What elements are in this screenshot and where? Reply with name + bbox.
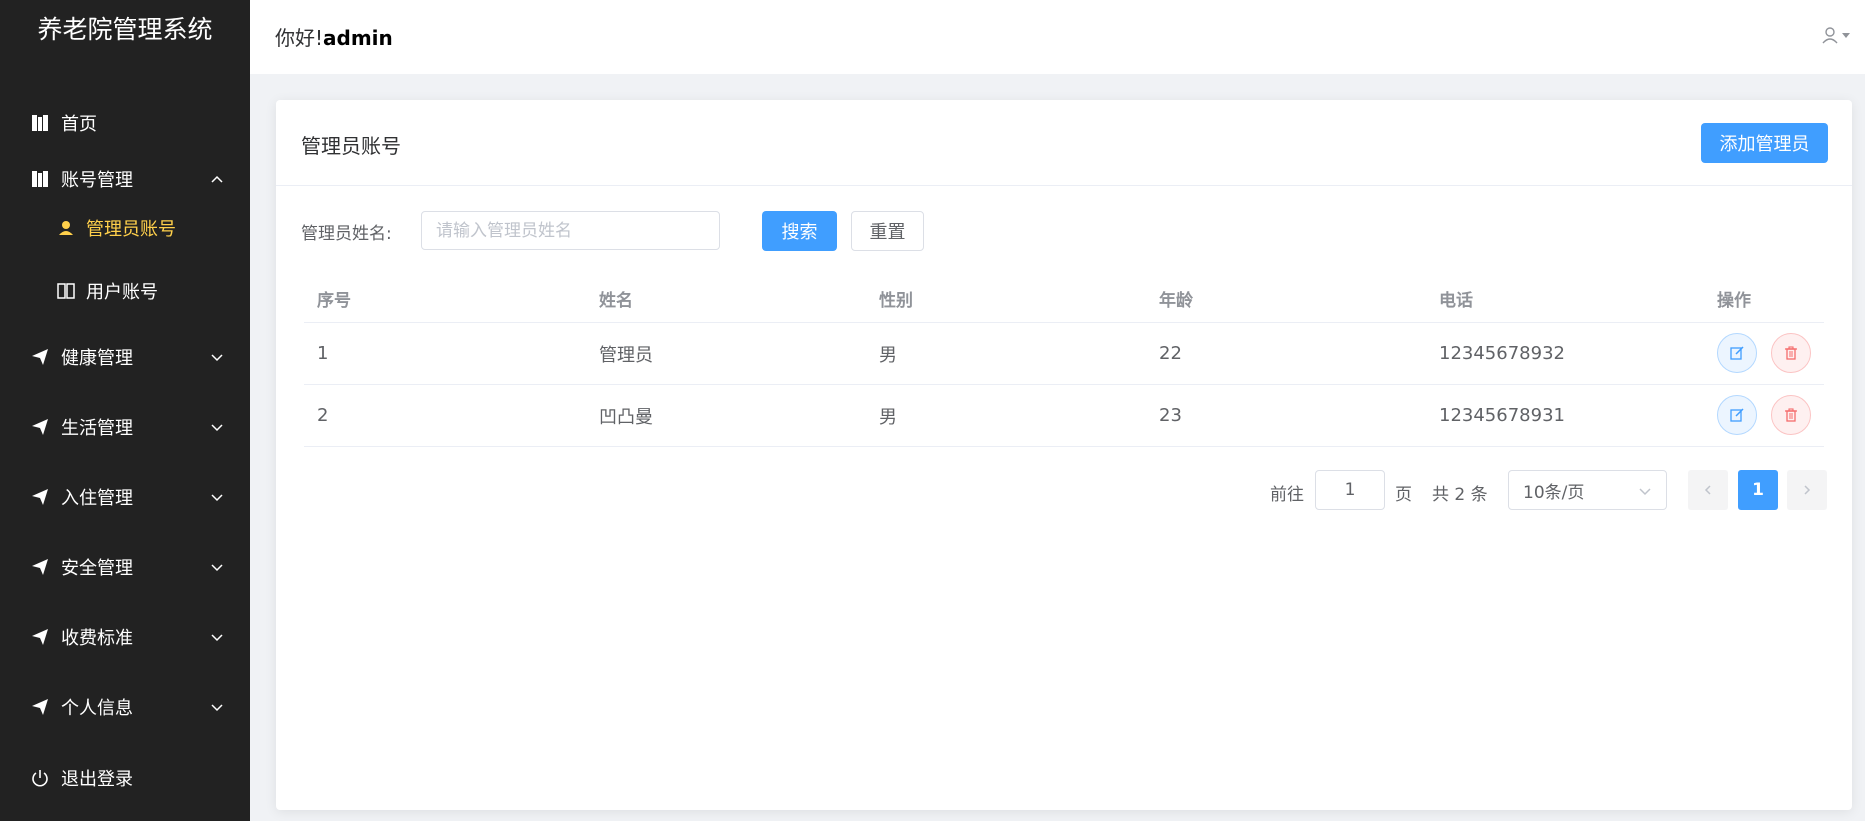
column-header-phone: 电话 bbox=[1439, 290, 1473, 311]
page-size-select[interactable]: 10条/页 bbox=[1508, 470, 1667, 510]
cell-age: 23 bbox=[1159, 405, 1182, 426]
page-suffix: 页 bbox=[1395, 485, 1412, 505]
sidebar-item-label: 健康管理 bbox=[61, 348, 133, 369]
cell-name: 凹凸曼 bbox=[599, 406, 653, 428]
column-header-gender: 性别 bbox=[879, 290, 913, 311]
chevron-down-icon bbox=[211, 634, 223, 642]
admin-account-card: 管理员账号 添加管理员 管理员姓名: 搜索 重置 序号 姓名 性别 年龄 电话 … bbox=[276, 100, 1852, 810]
app-title: 养老院管理系统 bbox=[37, 15, 213, 44]
power-icon bbox=[30, 768, 50, 788]
sidebar-item-label: 首页 bbox=[61, 114, 97, 135]
cell-index: 1 bbox=[317, 343, 329, 364]
sidebar-item-life[interactable]: 生活管理 bbox=[0, 400, 250, 454]
sidebar-item-label: 用户账号 bbox=[86, 282, 158, 303]
cell-age: 22 bbox=[1159, 343, 1182, 364]
edit-icon bbox=[1730, 408, 1744, 422]
card-header: 管理员账号 添加管理员 bbox=[276, 100, 1852, 186]
sidebar-item-profile[interactable]: 个人信息 bbox=[0, 680, 250, 734]
greeting: 你好!admin bbox=[275, 22, 393, 51]
paper-plane-icon bbox=[30, 487, 50, 507]
cell-phone: 12345678931 bbox=[1439, 405, 1565, 426]
sidebar-item-safety[interactable]: 安全管理 bbox=[0, 540, 250, 594]
cell-phone: 12345678932 bbox=[1439, 343, 1565, 364]
table-row: 1 管理员 男 22 12345678932 bbox=[304, 323, 1824, 385]
page-number-button[interactable]: 1 bbox=[1738, 470, 1778, 510]
paper-plane-icon bbox=[30, 627, 50, 647]
cell-gender: 男 bbox=[879, 406, 897, 428]
sidebar-item-label: 安全管理 bbox=[61, 558, 133, 579]
sidebar-item-user-accounts[interactable]: 用户账号 bbox=[0, 264, 250, 318]
username: admin bbox=[323, 26, 393, 50]
reset-button[interactable]: 重置 bbox=[851, 211, 924, 251]
edit-button[interactable] bbox=[1717, 395, 1757, 435]
chevron-up-icon bbox=[211, 175, 223, 183]
chevron-down-icon bbox=[211, 354, 223, 362]
sidebar-item-label: 账号管理 bbox=[61, 170, 133, 191]
table-header: 序号 姓名 性别 年龄 电话 操作 bbox=[304, 274, 1824, 323]
sidebar: 养老院管理系统 首页 账号管理 管理员账号 用户账号 健康管理 生活管理 入住管… bbox=[0, 0, 250, 821]
edit-button[interactable] bbox=[1717, 333, 1757, 373]
paper-plane-icon bbox=[30, 417, 50, 437]
paper-plane-icon bbox=[30, 347, 50, 367]
cell-index: 2 bbox=[317, 405, 329, 426]
trash-icon bbox=[1785, 346, 1797, 360]
sidebar-item-health[interactable]: 健康管理 bbox=[0, 330, 250, 384]
chevron-down-icon bbox=[211, 704, 223, 712]
sidebar-item-label: 生活管理 bbox=[61, 418, 133, 439]
book-icon bbox=[30, 113, 50, 133]
sidebar-item-admin-accounts[interactable]: 管理员账号 bbox=[0, 201, 250, 255]
sidebar-item-checkin[interactable]: 入住管理 bbox=[0, 470, 250, 524]
top-header: 你好!admin bbox=[250, 0, 1865, 74]
column-header-actions: 操作 bbox=[1717, 290, 1751, 311]
sidebar-item-label: 个人信息 bbox=[61, 698, 133, 719]
column-header-name: 姓名 bbox=[599, 290, 633, 311]
chevron-left-icon bbox=[1704, 485, 1711, 495]
admin-table: 序号 姓名 性别 年龄 电话 操作 1 管理员 男 22 12345678932… bbox=[304, 274, 1824, 447]
add-admin-button[interactable]: 添加管理员 bbox=[1701, 123, 1828, 163]
user-icon bbox=[56, 218, 76, 238]
sidebar-item-fees[interactable]: 收费标准 bbox=[0, 610, 250, 664]
total-count: 共 2 条 bbox=[1432, 485, 1488, 505]
chevron-down-icon bbox=[1639, 488, 1651, 496]
cell-name: 管理员 bbox=[599, 344, 653, 366]
page-size-value: 10条/页 bbox=[1523, 482, 1585, 503]
cell-gender: 男 bbox=[879, 344, 897, 366]
edit-icon bbox=[1730, 346, 1744, 360]
prev-page-button[interactable] bbox=[1688, 470, 1728, 510]
paper-plane-icon bbox=[30, 697, 50, 717]
trash-icon bbox=[1785, 408, 1797, 422]
page-title: 管理员账号 bbox=[301, 134, 401, 158]
chevron-down-icon bbox=[211, 424, 223, 432]
column-header-age: 年龄 bbox=[1159, 290, 1193, 311]
delete-button[interactable] bbox=[1771, 333, 1811, 373]
sidebar-item-account-management[interactable]: 账号管理 bbox=[0, 152, 250, 206]
sidebar-item-label: 收费标准 bbox=[61, 628, 133, 649]
open-book-icon bbox=[56, 281, 76, 301]
search-button[interactable]: 搜索 bbox=[762, 211, 837, 251]
user-icon bbox=[1822, 27, 1850, 44]
chevron-down-icon bbox=[211, 564, 223, 572]
goto-page-input[interactable] bbox=[1315, 470, 1385, 510]
sidebar-item-logout[interactable]: 退出登录 bbox=[0, 751, 250, 805]
sidebar-item-label: 管理员账号 bbox=[86, 219, 176, 240]
paper-plane-icon bbox=[30, 557, 50, 577]
book-icon bbox=[30, 169, 50, 189]
sidebar-item-label: 退出登录 bbox=[61, 769, 133, 790]
delete-button[interactable] bbox=[1771, 395, 1811, 435]
admin-name-search-input[interactable] bbox=[421, 211, 720, 250]
search-label: 管理员姓名: bbox=[301, 224, 392, 244]
sidebar-item-home[interactable]: 首页 bbox=[0, 96, 250, 150]
next-page-button[interactable] bbox=[1787, 470, 1827, 510]
user-menu[interactable] bbox=[1821, 26, 1855, 46]
table-row: 2 凹凸曼 男 23 12345678931 bbox=[304, 385, 1824, 447]
goto-label: 前往 bbox=[1270, 485, 1304, 505]
sidebar-item-label: 入住管理 bbox=[61, 488, 133, 509]
pagination: 前往 页 共 2 条 10条/页 1 bbox=[276, 470, 1852, 510]
column-header-index: 序号 bbox=[317, 290, 351, 311]
chevron-right-icon bbox=[1804, 485, 1811, 495]
chevron-down-icon bbox=[211, 494, 223, 502]
greeting-text: 你好! bbox=[275, 26, 324, 50]
